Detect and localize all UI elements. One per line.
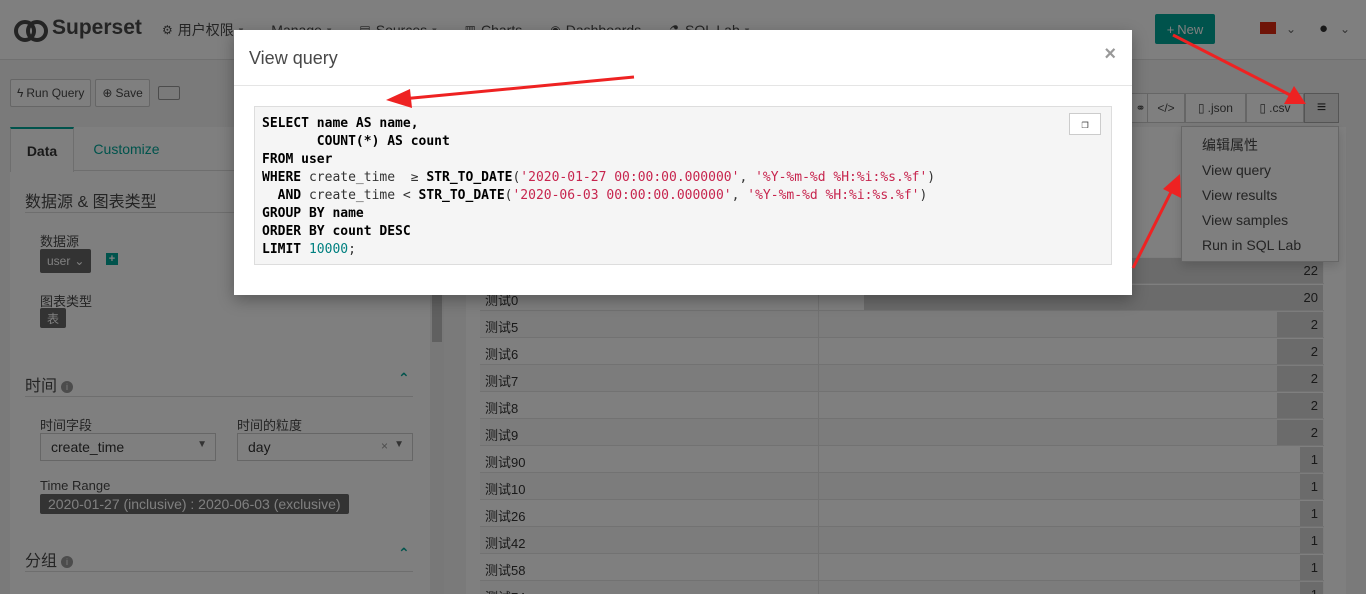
sql-function: STR_TO_DATE — [426, 170, 513, 185]
sql-keyword: AND — [262, 188, 302, 203]
sql-text: ; — [348, 242, 356, 257]
copy-to-clipboard-button[interactable]: ❐ — [1069, 113, 1101, 135]
sql-keyword: FROM — [262, 152, 294, 167]
sql-text: create_time < — [301, 188, 419, 203]
modal-title: View query — [249, 48, 338, 68]
sql-string: '2020-06-03 00:00:00.000000' — [512, 188, 732, 203]
sql-text: ) — [927, 170, 936, 185]
sql-function: STR_TO_DATE — [418, 188, 505, 203]
sql-string: '%Y-%m-%d %H:%i:%s.%f' — [755, 170, 928, 185]
clipboard-icon: ❐ — [1081, 117, 1089, 131]
sql-text: , — [739, 170, 756, 185]
sql-keyword: WHERE — [262, 170, 302, 185]
sql-text: COUNT(*) AS count — [262, 134, 450, 149]
view-query-modal: View query × ❐ SELECT name AS name, COUNT… — [234, 30, 1132, 295]
sql-keyword: LIMIT — [262, 242, 302, 257]
sql-text: create_time ≥ — [301, 170, 427, 185]
close-icon[interactable]: × — [1104, 43, 1116, 66]
sql-keyword: ORDER BY count DESC — [262, 224, 411, 239]
sql-string: '%Y-%m-%d %H:%i:%s.%f' — [747, 188, 920, 203]
sql-code-block: ❐ SELECT name AS name, COUNT(*) AS count … — [254, 106, 1112, 265]
sql-keyword: GROUP BY name — [262, 206, 364, 221]
modal-header: View query × — [234, 30, 1132, 86]
sql-text: ) — [919, 188, 928, 203]
sql-string: '2020-01-27 00:00:00.000000' — [520, 170, 740, 185]
sql-number: 10000 — [301, 242, 349, 257]
sql-text: user — [293, 152, 333, 167]
sql-text: name AS name, — [308, 116, 419, 131]
sql-text: , — [731, 188, 748, 203]
sql-keyword: SELECT — [262, 116, 309, 131]
